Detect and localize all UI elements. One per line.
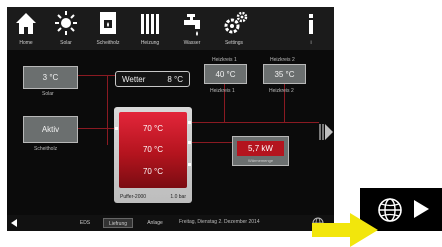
pipe-line xyxy=(192,142,232,143)
solar-temp-box[interactable]: 3 °C xyxy=(23,66,78,89)
home-icon xyxy=(16,13,36,34)
solar-temp-value: 3 °C xyxy=(42,73,59,82)
log-boiler-status-value: Aktiv xyxy=(41,125,60,134)
heating-circuit-2-label: Heizkreis 2 xyxy=(269,88,294,94)
tab-lieferung[interactable]: Liefrung xyxy=(103,218,133,228)
toolbar-home-button[interactable]: Home xyxy=(7,7,45,50)
info-icon xyxy=(309,14,313,34)
buffer-temp-bottom: 70 °C xyxy=(142,167,164,176)
buffer-name: Puffer-2000 xyxy=(120,194,147,200)
weather-value: 8 °C xyxy=(167,75,183,84)
heating-circuit-1-box[interactable]: 40 °C xyxy=(204,64,247,84)
heat-output-value: 5,7 kW xyxy=(248,144,273,153)
tab-eds[interactable]: EDS xyxy=(73,218,97,228)
buffer-port xyxy=(188,141,191,144)
toolbar-heating-button[interactable]: Heizung xyxy=(131,7,169,50)
heat-output-label: Wärmemenge xyxy=(247,158,274,163)
solar-label: Solar xyxy=(42,91,54,97)
bottom-status-bar: EDS Liefrung Anlage Freitag, Dienstag 2.… xyxy=(7,215,334,231)
system-overview-panel: 3 °C Solar Aktiv Scheitholz Wetter 8 °C … xyxy=(7,50,334,215)
weather-button[interactable]: Wetter 8 °C xyxy=(115,71,190,87)
heating-circuit-1-value: 40 °C xyxy=(215,70,236,79)
toolbar-label: i xyxy=(310,40,312,46)
date-time-text: Freitag, Dienstag 2. Dezember 2014 xyxy=(179,219,260,225)
screen: Home Solar Scheitholz Heizung Wasser Set… xyxy=(0,0,442,247)
heating-circuit-1-label: Heizkreis 1 xyxy=(210,88,235,94)
toolbar-boiler-button[interactable]: Scheitholz xyxy=(89,7,127,50)
radiator-icon xyxy=(141,14,159,34)
log-boiler-status-box[interactable]: Aktiv xyxy=(23,116,78,143)
next-page-arrow-icon[interactable] xyxy=(319,122,333,142)
sun-icon xyxy=(55,11,77,35)
toolbar-info-button[interactable]: i xyxy=(292,7,330,50)
heat-output-box[interactable]: 5,7 kW Wärmemenge xyxy=(232,136,289,166)
top-toolbar: Home Solar Scheitholz Heizung Wasser Set… xyxy=(7,7,334,50)
tab-anlage[interactable]: Anlage xyxy=(141,218,169,228)
pipe-line xyxy=(192,122,319,123)
heating-circuit-2-box[interactable]: 35 °C xyxy=(263,64,306,84)
toolbar-label: Settings xyxy=(224,40,244,46)
toolbar-settings-button[interactable]: Settings xyxy=(215,7,253,50)
pipe-line xyxy=(78,75,115,76)
heating-circuit-1-title: Heizkreis 1 xyxy=(212,57,237,63)
toolbar-water-button[interactable]: Wasser xyxy=(173,7,211,50)
play-arrow-icon[interactable] xyxy=(412,199,430,219)
globe-icon[interactable] xyxy=(377,197,403,223)
buffer-port xyxy=(188,121,191,124)
pipe-line xyxy=(107,75,108,145)
buffer-tank-fill: 70 °C 70 °C 70 °C xyxy=(119,112,187,188)
toolbar-solar-button[interactable]: Solar xyxy=(47,7,85,50)
gears-icon xyxy=(224,11,248,34)
buffer-port xyxy=(115,127,118,130)
buffer-tank[interactable]: 70 °C 70 °C 70 °C Puffer-2000 1.0 bar xyxy=(114,107,192,203)
heating-circuit-2-value: 35 °C xyxy=(274,70,295,79)
boiler-icon xyxy=(100,12,116,34)
heating-circuit-2-title: Heizkreis 2 xyxy=(270,57,295,63)
buffer-temp-middle: 70 °C xyxy=(142,145,164,154)
pipe-line xyxy=(78,128,114,129)
weather-label: Wetter xyxy=(122,75,146,84)
buffer-temp-top: 70 °C xyxy=(142,124,164,133)
tap-icon xyxy=(184,14,200,36)
buffer-pressure: 1.0 bar xyxy=(170,194,186,200)
buffer-port xyxy=(188,163,191,166)
pointer-arrow-icon xyxy=(312,213,378,247)
heat-output-display: 5,7 kW xyxy=(237,141,284,156)
back-arrow-icon[interactable] xyxy=(11,219,17,227)
log-boiler-label: Scheitholz xyxy=(34,146,58,152)
